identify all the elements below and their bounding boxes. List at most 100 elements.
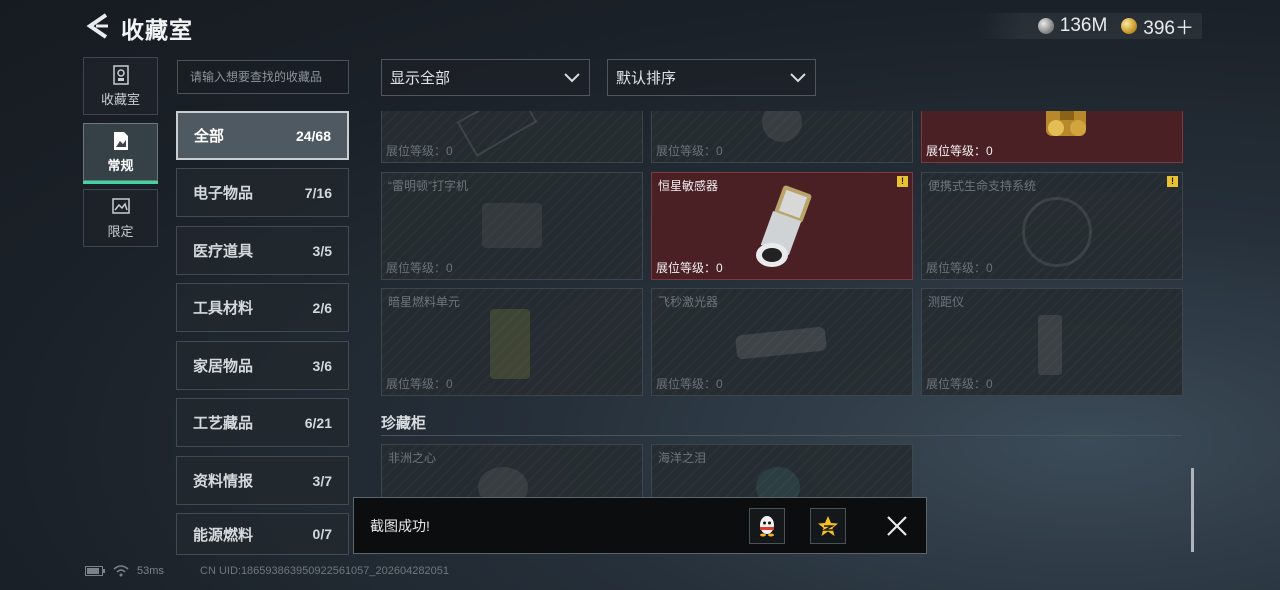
category-count: 2/6 [312, 299, 332, 316]
item-silhouette [762, 111, 802, 142]
close-icon[interactable] [885, 514, 909, 538]
item-name: 测距仪 [928, 295, 965, 309]
share-qzone-button[interactable] [810, 508, 846, 544]
gold-coin-value: 396＋ [1143, 17, 1194, 39]
item-name: 非洲之心 [388, 451, 437, 465]
item-silhouette [1038, 315, 1062, 375]
category-name: 工具材料 [193, 300, 254, 317]
category-energy[interactable]: 能源燃料 0/7 [176, 513, 349, 555]
warning-badge-icon: ! [1167, 176, 1178, 187]
ping-value: 53ms [137, 565, 164, 577]
search-input[interactable] [177, 60, 349, 94]
category-intel[interactable]: 资料情报 3/7 [176, 456, 349, 505]
item-card[interactable]: 恒星敏感器 ! 展位等级：0 [651, 172, 913, 280]
gold-relic-icon [1046, 111, 1086, 136]
gold-coin-icon [1121, 18, 1138, 34]
side-tab-limited[interactable]: 限定 [83, 189, 158, 247]
screenshot-toast: 截图成功! [353, 497, 927, 554]
collection-grid: 展位等级：0 展位等级：0 展位等级：0 “雷明顿”打字机 展位等级：0 恒星敏… [381, 111, 1186, 555]
category-household[interactable]: 家居物品 3/6 [176, 341, 349, 390]
item-name: 恒星敏感器 [658, 179, 719, 193]
silver-coin-value: 136M [1059, 15, 1108, 36]
section-title: 珍藏柜 [381, 415, 427, 432]
item-name: 暗星燃料单元 [388, 295, 461, 309]
category-count: 0/7 [312, 526, 332, 542]
currency-bar: 136M 396＋ [977, 13, 1202, 39]
toast-message: 截图成功! [370, 517, 430, 534]
item-silhouette [482, 203, 542, 248]
category-name: 电子物品 [193, 185, 254, 202]
item-card[interactable]: 测距仪 展位等级：0 [921, 288, 1183, 396]
category-crafts[interactable]: 工艺藏品 6/21 [176, 398, 349, 447]
item-level: 展位等级：0 [386, 377, 453, 391]
item-name: 飞秒激光器 [658, 295, 719, 309]
side-tab-label: 限定 [107, 223, 134, 239]
scrollbar[interactable] [1191, 468, 1194, 552]
filter-dropdown[interactable]: 显示全部 [381, 59, 590, 96]
warning-badge-icon: ! [897, 176, 908, 187]
item-level: 展位等级：0 [656, 261, 723, 275]
category-count: 3/7 [312, 472, 332, 489]
item-card[interactable]: “雷明顿”打字机 展位等级：0 [381, 172, 643, 280]
item-card[interactable]: 暗星燃料单元 展位等级：0 [381, 288, 643, 396]
qq-penguin-icon [760, 516, 774, 537]
category-all[interactable]: 全部 24/68 [176, 111, 349, 160]
wifi-icon [113, 565, 129, 577]
item-level: 展位等级：0 [656, 144, 723, 158]
item-card[interactable]: 展位等级：0 [381, 111, 643, 163]
star-sensor-icon [756, 185, 812, 267]
category-count: 24/68 [295, 127, 331, 144]
item-name: “雷明顿”打字机 [388, 179, 468, 193]
item-card[interactable]: 展位等级：0 [921, 111, 1183, 163]
back-arrow-icon[interactable] [84, 12, 110, 40]
sort-dropdown-label: 默认排序 [616, 70, 677, 87]
category-name: 能源燃料 [193, 526, 254, 544]
category-name: 资料情报 [193, 473, 254, 490]
category-tools[interactable]: 工具材料 2/6 [176, 283, 349, 332]
filter-dropdown-label: 显示全部 [390, 70, 451, 87]
item-level: 展位等级：0 [926, 261, 993, 275]
sort-dropdown[interactable]: 默认排序 [607, 59, 816, 96]
limited-icon [111, 197, 130, 214]
item-name: 便携式生命支持系统 [928, 179, 1037, 193]
item-card[interactable]: 便携式生命支持系统 ! 展位等级：0 [921, 172, 1183, 280]
item-silhouette [734, 326, 828, 360]
category-medical[interactable]: 医疗道具 3/5 [176, 226, 349, 275]
section-divider [381, 435, 1182, 436]
item-level: 展位等级：0 [386, 144, 453, 158]
item-silhouette [490, 309, 530, 379]
side-tab-label: 常规 [107, 157, 134, 173]
collection-room-icon [112, 64, 129, 85]
category-name: 全部 [194, 128, 225, 145]
category-name: 工艺藏品 [193, 415, 254, 432]
battery-icon [85, 566, 105, 576]
share-qq-button[interactable] [749, 508, 785, 544]
item-card[interactable]: 展位等级：0 [651, 111, 913, 163]
item-level: 展位等级：0 [386, 261, 453, 275]
side-tab-label: 收藏室 [100, 91, 140, 107]
item-level: 展位等级：0 [656, 377, 723, 391]
chevron-down-icon [790, 72, 806, 82]
category-name: 医疗道具 [193, 243, 254, 260]
item-level: 展位等级：0 [926, 377, 993, 391]
status-bar: 53ms [85, 565, 164, 577]
uid-text: CN UID:18659386395092256105​7_2026042820… [200, 565, 449, 577]
category-count: 6/21 [304, 414, 332, 431]
category-count: 3/6 [312, 357, 332, 374]
item-card[interactable]: 飞秒激光器 展位等级：0 [651, 288, 913, 396]
item-name: 海洋之泪 [658, 451, 707, 465]
item-level: 展位等级：0 [926, 144, 993, 158]
category-name: 家居物品 [193, 358, 254, 375]
silver-coin-icon [1037, 18, 1054, 34]
chevron-down-icon [564, 72, 580, 82]
page-title: 收藏室 [121, 17, 193, 43]
category-count: 3/5 [312, 242, 332, 259]
item-silhouette [1022, 197, 1092, 267]
side-tab-collection-room[interactable]: 收藏室 [83, 57, 158, 115]
category-electronics[interactable]: 电子物品 7/16 [176, 168, 349, 217]
side-tab-regular[interactable]: 常规 [83, 123, 158, 184]
item-silhouette [456, 111, 538, 157]
regular-icon [113, 131, 128, 150]
qzone-star-icon [818, 516, 838, 536]
category-count: 7/16 [304, 184, 332, 201]
